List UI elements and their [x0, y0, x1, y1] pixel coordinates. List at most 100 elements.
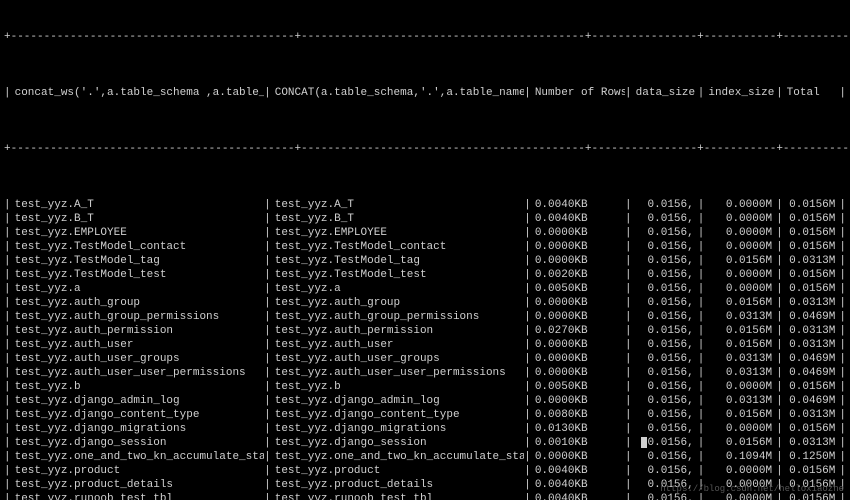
cell-total: 0.0156M: [783, 226, 840, 240]
cell-name2: test_yyz.auth_user_groups: [271, 352, 525, 366]
table-row: |test_yyz.product|test_yyz.product|0.004…: [4, 464, 846, 478]
cell-rows: 0.0080KB: [531, 408, 625, 422]
cell-rows: 0.0000KB: [531, 352, 625, 366]
cell-name1: test_yyz.TestModel_test: [11, 268, 265, 282]
cell-rows: 0.0130KB: [531, 422, 625, 436]
table-row: |test_yyz.a|test_yyz.a|0.0050KB|0.0156,|…: [4, 282, 846, 296]
cell-total: 0.0156M: [783, 422, 840, 436]
col-header-3: data_size: [632, 86, 698, 100]
cell-name1: test_yyz.django_session: [11, 436, 265, 450]
cell-index-size: 0.0000M: [704, 226, 776, 240]
cell-total: 0.0313M: [783, 408, 840, 422]
cell-rows: 0.0040KB: [531, 478, 625, 492]
cell-data-size: 0.0156,: [632, 450, 698, 464]
cell-data-size: 0.0156,: [632, 408, 698, 422]
cell-index-size: 0.0000M: [704, 268, 776, 282]
cell-name1: test_yyz.A_T: [11, 198, 265, 212]
cell-name2: test_yyz.one_and_two_kn_accumulate_stars: [271, 450, 525, 464]
cell-total: 0.0469M: [783, 352, 840, 366]
table-border-mid: +---------------------------------------…: [4, 142, 846, 156]
cell-data-size: 0.0156,: [632, 240, 698, 254]
cell-data-size: 0.0156,: [632, 380, 698, 394]
cell-name2: test_yyz.B_T: [271, 212, 525, 226]
table-row: |test_yyz.B_T|test_yyz.B_T|0.0040KB|0.01…: [4, 212, 846, 226]
cell-total: 0.0156M: [783, 380, 840, 394]
cell-index-size: 0.0000M: [704, 198, 776, 212]
cell-rows: 0.0040KB: [531, 198, 625, 212]
cell-index-size: 0.0000M: [704, 464, 776, 478]
cell-rows: 0.0000KB: [531, 338, 625, 352]
cell-index-size: 0.0000M: [704, 282, 776, 296]
cell-name2: test_yyz.django_admin_log: [271, 394, 525, 408]
cell-data-size: 0.0156,: [632, 436, 698, 450]
cell-index-size: 0.1094M: [704, 450, 776, 464]
text-cursor: [641, 437, 647, 448]
cell-name2: test_yyz.TestModel_contact: [271, 240, 525, 254]
table-row: |test_yyz.A_T|test_yyz.A_T|0.0040KB|0.01…: [4, 198, 846, 212]
col-header-1: CONCAT(a.table_schema,'.',a.table_name): [271, 86, 525, 100]
cell-total: 0.0469M: [783, 366, 840, 380]
cell-name2: test_yyz.TestModel_test: [271, 268, 525, 282]
cell-name2: test_yyz.a: [271, 282, 525, 296]
cell-data-size: 0.0156,: [632, 352, 698, 366]
cell-rows: 0.0010KB: [531, 436, 625, 450]
cell-total: 0.0469M: [783, 310, 840, 324]
cell-data-size: 0.0156,: [632, 324, 698, 338]
cell-data-size: 0.0156,: [632, 226, 698, 240]
cell-total: 0.0156M: [783, 268, 840, 282]
cell-index-size: 0.0156M: [704, 408, 776, 422]
cell-rows: 0.0050KB: [531, 380, 625, 394]
cell-rows: 0.0040KB: [531, 464, 625, 478]
cell-index-size: 0.0000M: [704, 212, 776, 226]
cell-index-size: 0.0156M: [704, 254, 776, 268]
cell-rows: 0.0000KB: [531, 240, 625, 254]
cell-name2: test_yyz.TestModel_tag: [271, 254, 525, 268]
cell-rows: 0.0000KB: [531, 366, 625, 380]
cell-data-size: 0.0156,: [632, 394, 698, 408]
table-row: |test_yyz.auth_user|test_yyz.auth_user|0…: [4, 338, 846, 352]
cell-total: 0.0313M: [783, 296, 840, 310]
cell-name2: test_yyz.django_session: [271, 436, 525, 450]
cell-name1: test_yyz.auth_user: [11, 338, 265, 352]
cell-total: 0.0469M: [783, 394, 840, 408]
cell-total: 0.0313M: [783, 254, 840, 268]
cell-index-size: 0.0000M: [704, 422, 776, 436]
table-row: |test_yyz.auth_group|test_yyz.auth_group…: [4, 296, 846, 310]
cell-index-size: 0.0156M: [704, 436, 776, 450]
table-row: |test_yyz.django_content_type|test_yyz.d…: [4, 408, 846, 422]
cell-index-size: 0.0156M: [704, 296, 776, 310]
cell-data-size: 0.0156,: [632, 254, 698, 268]
cell-index-size: 0.0313M: [704, 366, 776, 380]
cell-name1: test_yyz.auth_group: [11, 296, 265, 310]
cell-name2: test_yyz.auth_group_permissions: [271, 310, 525, 324]
cell-data-size: 0.0156,: [632, 198, 698, 212]
cell-name2: test_yyz.EMPLOYEE: [271, 226, 525, 240]
cell-rows: 0.0000KB: [531, 394, 625, 408]
cell-rows: 0.0020KB: [531, 268, 625, 282]
table-row: |test_yyz.b|test_yyz.b|0.0050KB|0.0156,|…: [4, 380, 846, 394]
cell-name1: test_yyz.a: [11, 282, 265, 296]
table-row: |test_yyz.one_and_two_kn_accumulate_star…: [4, 450, 846, 464]
cell-name1: test_yyz.auth_user_user_permissions: [11, 366, 265, 380]
cell-rows: 0.0050KB: [531, 282, 625, 296]
col-header-2: Number of Rows: [531, 86, 625, 100]
cell-rows: 0.0000KB: [531, 296, 625, 310]
table-body: |test_yyz.A_T|test_yyz.A_T|0.0040KB|0.01…: [4, 198, 846, 500]
table-row: |test_yyz.TestModel_contact|test_yyz.Tes…: [4, 240, 846, 254]
cell-name2: test_yyz.b: [271, 380, 525, 394]
cell-index-size: 0.0000M: [704, 380, 776, 394]
cell-name1: test_yyz.runoob_test_tbl: [11, 492, 265, 500]
cell-name1: test_yyz.EMPLOYEE: [11, 226, 265, 240]
cell-data-size: 0.0156,: [632, 282, 698, 296]
cell-total: 0.0313M: [783, 338, 840, 352]
cell-name2: test_yyz.auth_permission: [271, 324, 525, 338]
table-row: |test_yyz.auth_permission|test_yyz.auth_…: [4, 324, 846, 338]
cell-name2: test_yyz.django_migrations: [271, 422, 525, 436]
cell-index-size: 0.0313M: [704, 394, 776, 408]
cell-total: 0.0156M: [783, 282, 840, 296]
cell-total: 0.0156M: [783, 212, 840, 226]
cell-total: 0.0313M: [783, 324, 840, 338]
cell-rows: 0.0000KB: [531, 450, 625, 464]
cell-index-size: 0.0156M: [704, 324, 776, 338]
cell-name1: test_yyz.product: [11, 464, 265, 478]
